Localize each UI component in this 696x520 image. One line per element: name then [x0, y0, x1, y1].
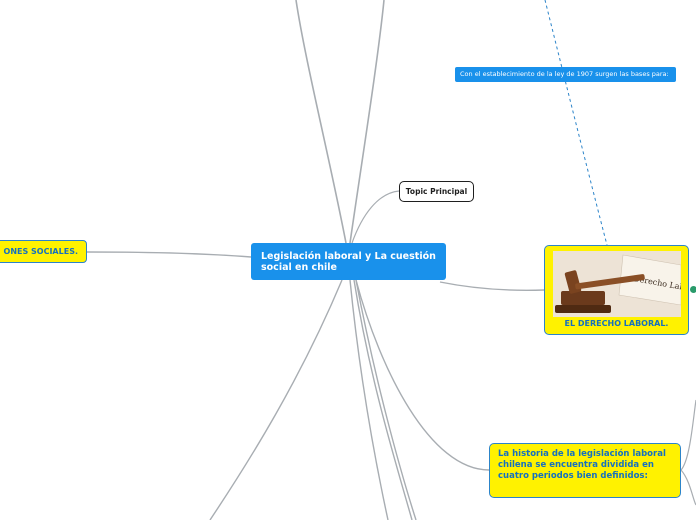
central-topic[interactable]: Legislación laboral y La cuestión social…: [251, 243, 446, 280]
line-right-edge-1: [680, 399, 696, 471]
line-left: [86, 251, 252, 258]
collapse-toggle-icon[interactable]: [690, 286, 696, 293]
historia-node[interactable]: La historia de la legislación laboral ch…: [489, 443, 681, 498]
line-right-edge-2: [680, 469, 696, 506]
line-up-left: [295, 0, 347, 244]
dashed-line-note: [544, 0, 608, 246]
derecho-laboral-caption: EL DERECHO LABORAL.: [564, 319, 669, 328]
line-down-left: [209, 279, 343, 520]
line-up-right: [349, 0, 385, 244]
topic-principal-node[interactable]: Topic Principal: [399, 181, 474, 202]
line-derecho: [439, 281, 545, 292]
derecho-laboral-image: Derecho Laboral: [553, 251, 681, 317]
derecho-laboral-node[interactable]: Derecho Laboral EL DERECHO LABORAL.: [544, 245, 689, 335]
left-node-sociales[interactable]: ONES SOCIALES.: [0, 240, 87, 263]
note-ley-1907[interactable]: Con el establecimiento de la ley de 1907…: [455, 67, 676, 82]
line-topic: [351, 190, 400, 244]
